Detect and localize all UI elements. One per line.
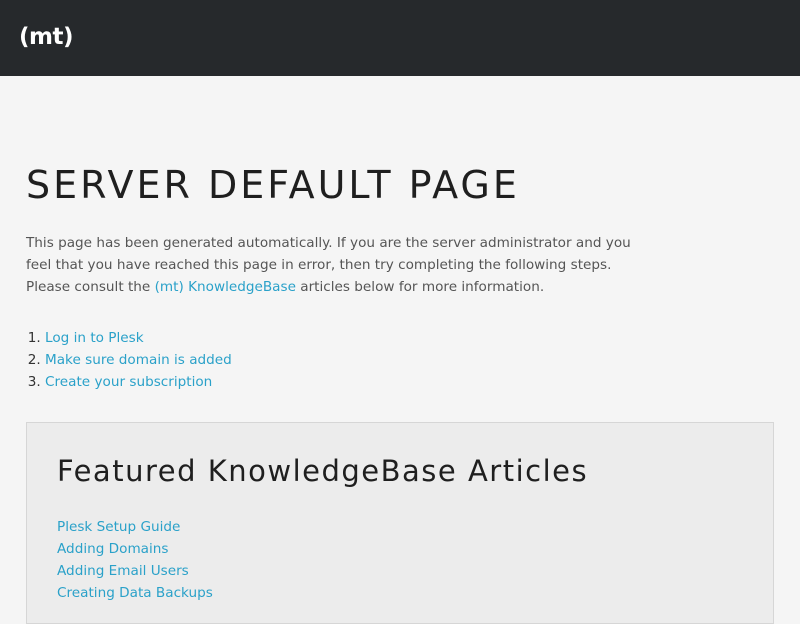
create-subscription-link[interactable]: Create your subscription [45, 374, 212, 390]
list-item: Creating Data Backups [57, 582, 213, 604]
list-item: Adding Domains [57, 538, 213, 560]
intro-paragraph: This page has been generated automatical… [26, 232, 631, 298]
articles-list: Plesk Setup Guide Adding Domains Adding … [57, 516, 213, 604]
adding-email-users-link[interactable]: Adding Email Users [57, 563, 189, 579]
steps-list: Log in to Plesk Make sure domain is adde… [26, 327, 232, 393]
mt-logo[interactable]: (mt) [19, 20, 73, 54]
intro-text-end: articles below for more information. [295, 279, 545, 295]
creating-data-backups-link[interactable]: Creating Data Backups [57, 585, 213, 601]
list-item: Adding Email Users [57, 560, 213, 582]
step-item: Create your subscription [45, 371, 232, 393]
page-title: SERVER DEFAULT PAGE [26, 163, 520, 207]
top-header-bar: (mt) [0, 0, 800, 76]
featured-articles-title: Featured KnowledgeBase Articles [57, 454, 589, 488]
step-item: Log in to Plesk [45, 327, 232, 349]
make-sure-domain-added-link[interactable]: Make sure domain is added [45, 352, 232, 368]
step-item: Make sure domain is added [45, 349, 232, 371]
featured-articles-box: Featured KnowledgeBase Articles Plesk Se… [26, 422, 774, 624]
adding-domains-link[interactable]: Adding Domains [57, 541, 169, 557]
log-in-to-plesk-link[interactable]: Log in to Plesk [45, 330, 144, 346]
plesk-setup-guide-link[interactable]: Plesk Setup Guide [57, 519, 180, 535]
knowledgebase-link[interactable]: (mt) KnowledgeBase [155, 279, 296, 295]
list-item: Plesk Setup Guide [57, 516, 213, 538]
